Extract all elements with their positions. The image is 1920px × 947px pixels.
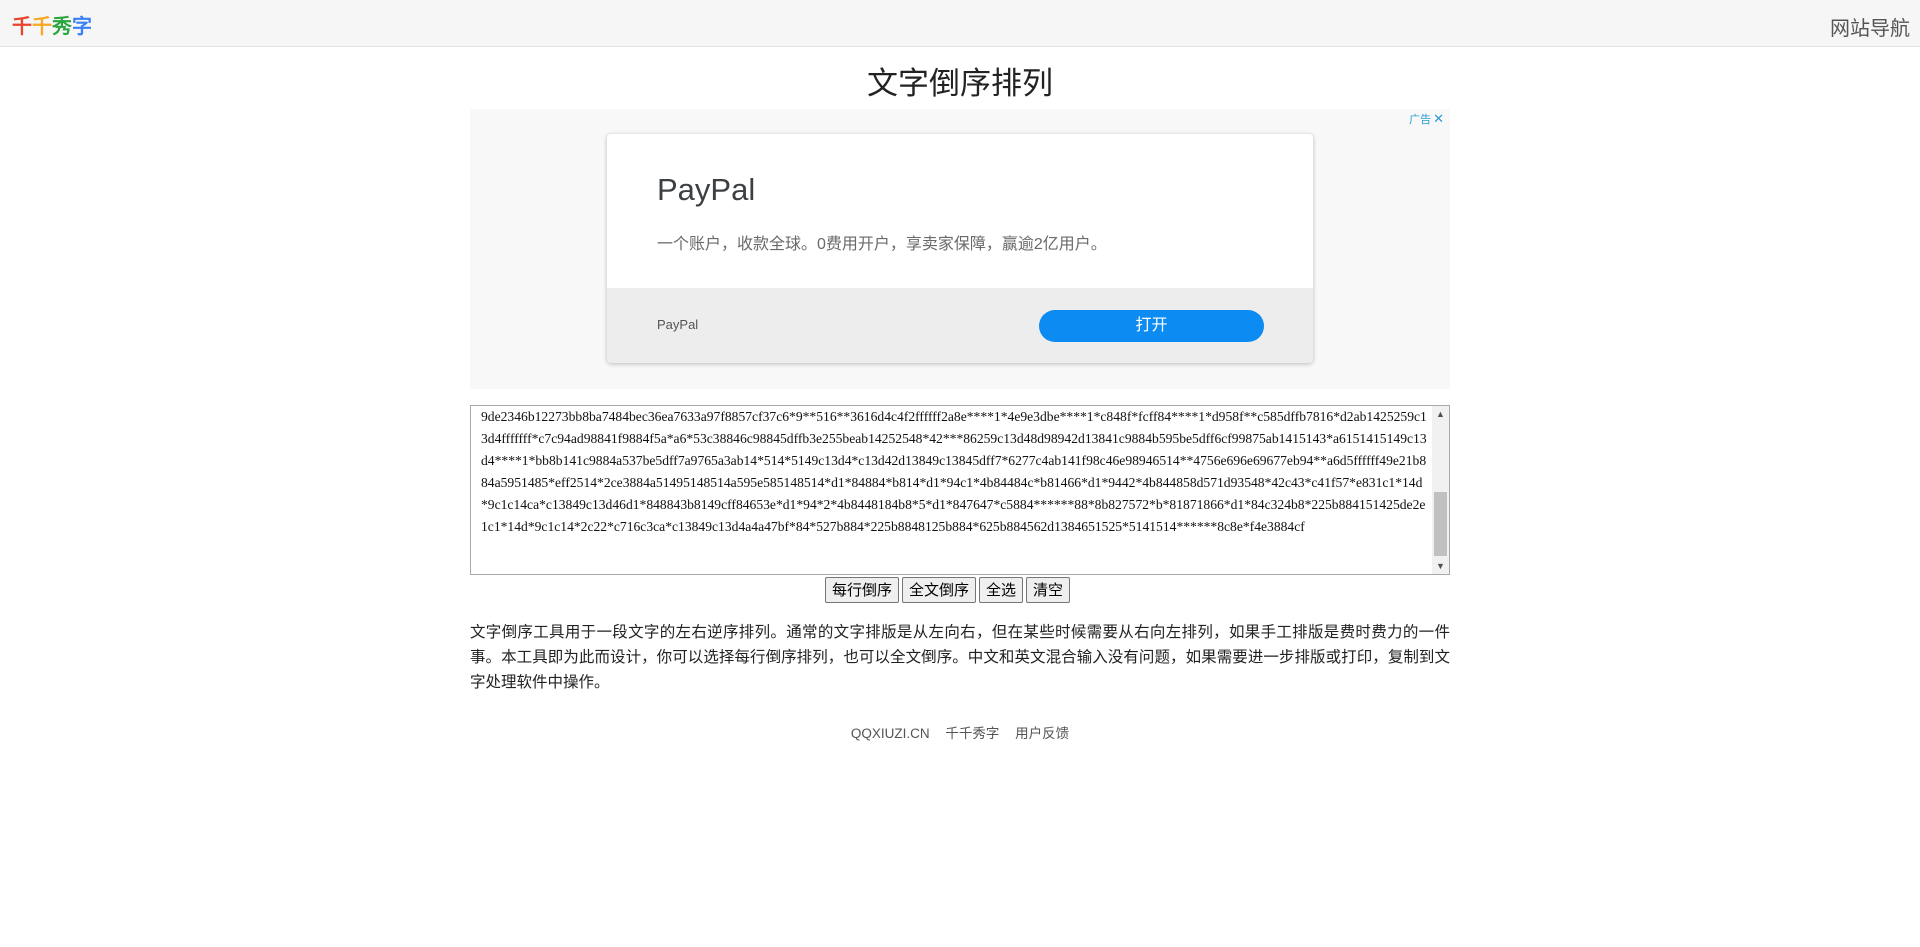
site-logo[interactable]: 千千秀字 <box>12 10 92 39</box>
ad-description: 一个账户，收款全球。0费用开户，享卖家保障，赢逾2亿用户。 <box>657 236 1107 253</box>
tool-description: 文字倒序工具用于一段文字的左右逆序排列。通常的文字排版是从左向右，但在某些时候需… <box>470 624 1450 691</box>
ad-advertiser-name: PayPal <box>657 317 699 332</box>
text-editor-content[interactable]: 9de2346b12273bb8ba7484bec36ea7633a97f885… <box>481 406 1427 574</box>
scroll-up-arrow-icon[interactable]: ▲ <box>1432 406 1449 422</box>
scroll-down-arrow-icon[interactable]: ▼ <box>1432 558 1449 574</box>
footer: QQXIUZI.CN 千千秀字 用户反馈 <box>0 722 1920 742</box>
ad-close-icon[interactable]: ✕ <box>1433 111 1444 126</box>
logo-char-3: 秀 <box>52 16 72 38</box>
site-nav-link[interactable]: 网站导航 <box>1830 12 1910 41</box>
ad-badge[interactable]: 广告 ✕ <box>1409 111 1444 127</box>
footer-domain-link[interactable]: QQXIUZI.CN <box>851 726 930 741</box>
logo-char-2: 千 <box>32 16 52 38</box>
ad-label: 广告 <box>1409 114 1432 126</box>
ad-banner[interactable]: 广告 ✕ PayPal 一个账户，收款全球。0费用开户，享卖家保障，赢逾2亿用户。… <box>470 109 1450 389</box>
action-buttons: 每行倒序 全文倒序 全选 清空 <box>825 577 1073 603</box>
top-bar: 千千秀字 网站导航 <box>0 0 1920 47</box>
ad-open-button[interactable]: 打开 <box>1039 310 1264 342</box>
text-editor[interactable]: 9de2346b12273bb8ba7484bec36ea7633a97f885… <box>470 405 1450 575</box>
logo-char-4: 字 <box>72 16 92 38</box>
footer-site-link[interactable]: 千千秀字 <box>945 726 999 741</box>
scrollbar-thumb[interactable] <box>1434 492 1447 556</box>
ad-headline: PayPal <box>657 172 756 207</box>
clear-button[interactable]: 清空 <box>1026 577 1071 603</box>
text-editor-scrollbar[interactable]: ▲ ▼ <box>1432 406 1449 574</box>
ad-footer: PayPal 打开 <box>607 288 1313 363</box>
ad-card[interactable]: PayPal 一个账户，收款全球。0费用开户，享卖家保障，赢逾2亿用户。 Pay… <box>607 134 1313 363</box>
logo-char-1: 千 <box>12 16 32 38</box>
reverse-each-line-button[interactable]: 每行倒序 <box>825 577 900 603</box>
page-title: 文字倒序排列 <box>867 66 1053 101</box>
reverse-all-button[interactable]: 全文倒序 <box>902 577 977 603</box>
footer-feedback-link[interactable]: 用户反馈 <box>1015 726 1069 741</box>
select-all-button[interactable]: 全选 <box>979 577 1024 603</box>
